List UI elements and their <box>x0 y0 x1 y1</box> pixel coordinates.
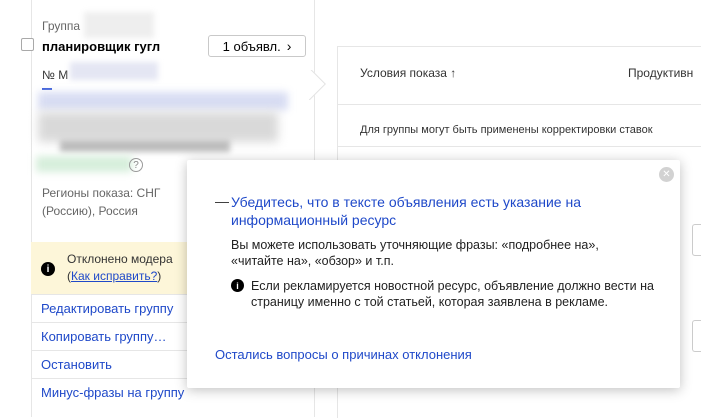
moderation-status-text: Отклонено модера <box>67 252 173 266</box>
info-icon: i <box>41 262 55 276</box>
popup-note: Если рекламируется новостной ресурс, объ… <box>251 279 654 309</box>
how-to-fix-link[interactable]: Как исправить? <box>71 269 157 283</box>
ads-count-button[interactable]: 1 объявл. › <box>208 35 306 57</box>
card-pointer-arrow <box>309 70 326 100</box>
rejection-questions-link[interactable]: Остались вопросы о причинах отклонения <box>215 347 472 362</box>
close-icon[interactable]: ✕ <box>659 167 674 182</box>
help-icon[interactable]: ? <box>129 158 143 172</box>
bid-input[interactable] <box>692 224 701 256</box>
group-checkbox[interactable] <box>21 38 34 51</box>
redacted-ad-number <box>70 62 158 80</box>
group-caption: Группа <box>42 19 81 33</box>
ad-number: № М <box>42 68 69 82</box>
popup-title-link[interactable]: Убедитесь, что в тексте объявления есть … <box>231 193 631 229</box>
bid-adjustments-note: Для группы могут быть применены корректи… <box>360 124 653 136</box>
group-name: планировщик гугл <box>42 39 161 54</box>
regions-text: Регионы показа: СНГ (Россию), Россия <box>42 186 161 218</box>
redacted-group-id <box>84 12 154 38</box>
redacted-ad-url <box>36 156 132 172</box>
bid-input[interactable] <box>692 320 701 352</box>
chevron-right-icon: › <box>286 38 292 54</box>
moderation-status: Отклонено модера (Как исправить?) <box>67 251 207 285</box>
redacted-ad-text-line <box>60 140 230 152</box>
column-header-productivity[interactable]: Продуктивн <box>628 66 693 80</box>
popup-body: Вы можете использовать уточняющие фразы:… <box>231 238 599 268</box>
title-dash: — <box>215 193 229 209</box>
paren-close: ) <box>157 269 162 283</box>
card-pointer <box>309 70 329 100</box>
divider <box>338 104 701 105</box>
redacted-ad-text <box>38 112 278 142</box>
info-icon: i <box>231 279 244 292</box>
ads-count-label: 1 объявл. <box>222 38 281 54</box>
divider <box>338 146 701 147</box>
column-header-conditions[interactable]: Условия показа ↑ <box>360 66 456 80</box>
redacted-ad-title <box>38 92 288 110</box>
ad-title-marker <box>42 88 52 90</box>
